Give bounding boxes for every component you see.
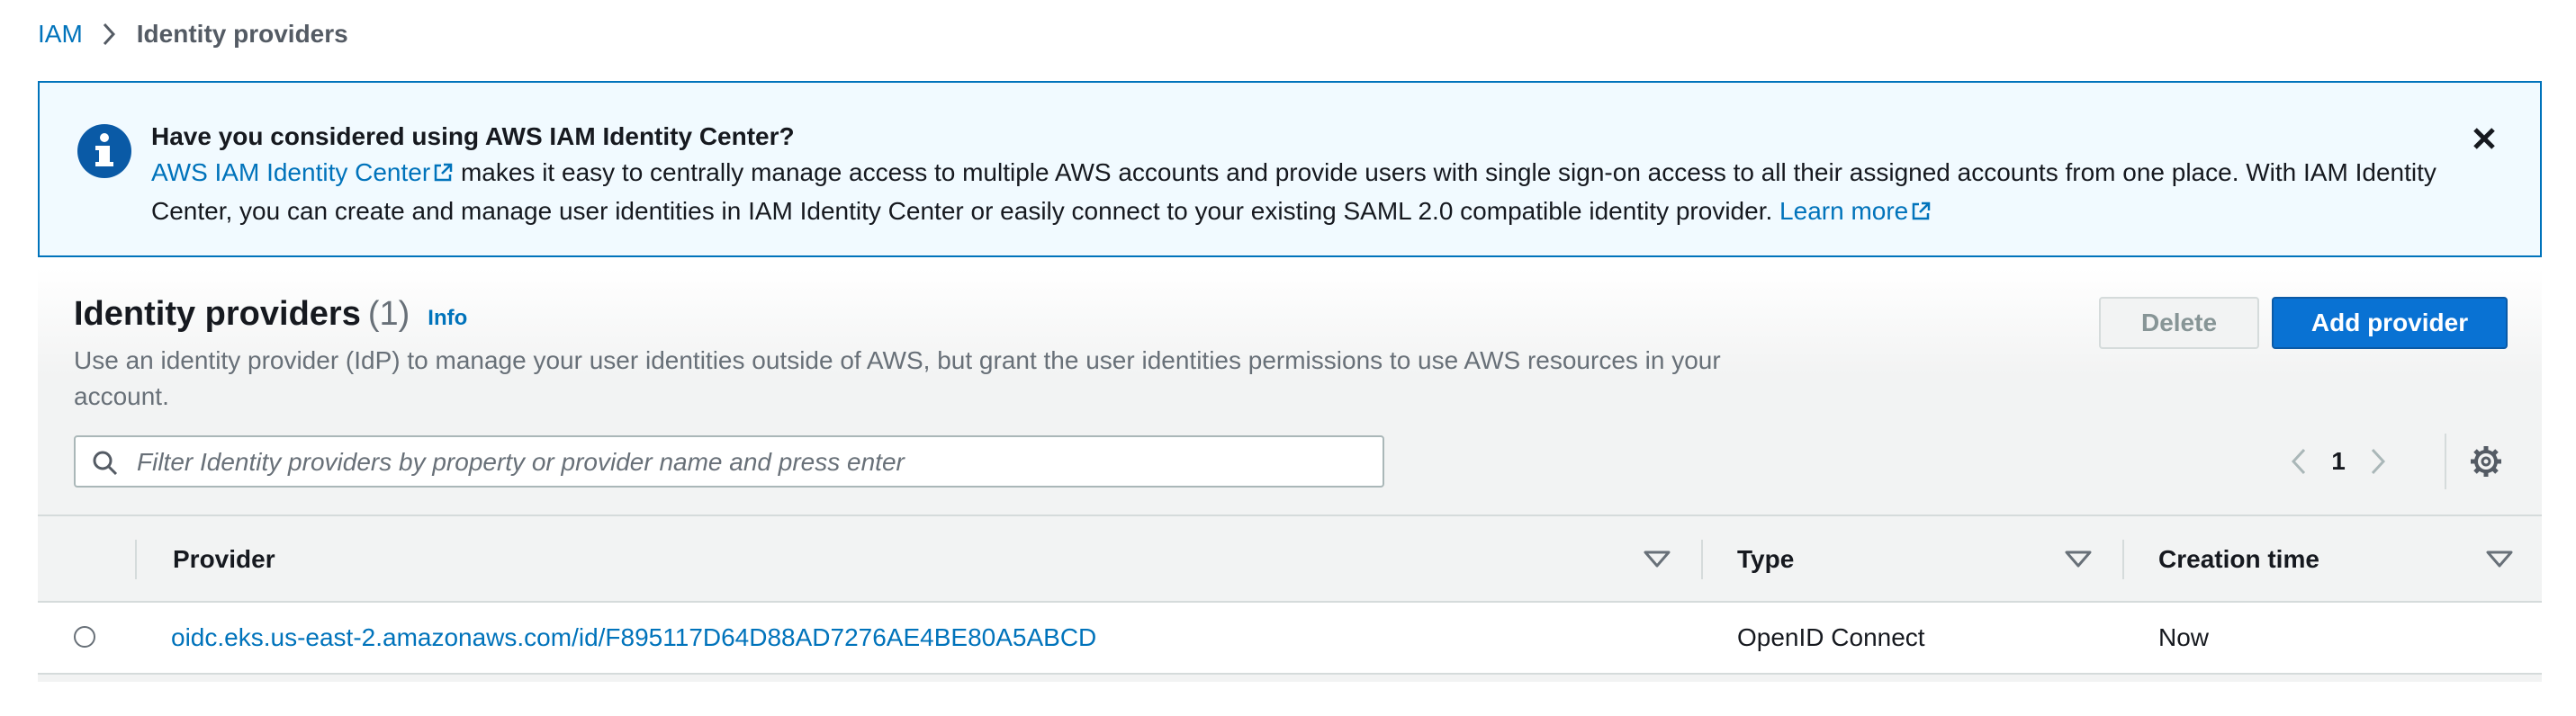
breadcrumb: IAM Identity providers	[38, 20, 348, 49]
external-link-icon	[1910, 196, 1932, 232]
column-separator	[2122, 540, 2124, 579]
delete-button[interactable]: Delete	[2099, 297, 2259, 349]
table-row: oidc.eks.us-east-2.amazonaws.com/id/F895…	[38, 603, 2542, 675]
close-icon[interactable]	[2468, 122, 2500, 155]
row-select-radio[interactable]	[74, 626, 95, 648]
column-header-creation-time[interactable]: Creation time	[2158, 516, 2319, 603]
providers-table: Provider Type Creation time oidc.eks.us-…	[38, 515, 2542, 675]
banner-body-text: makes it easy to centrally manage access…	[151, 158, 2436, 225]
previous-page-icon[interactable]	[2281, 439, 2317, 484]
learn-more-link[interactable]: Learn more	[1779, 197, 1932, 225]
column-header-type[interactable]: Type	[1737, 516, 1794, 603]
sort-down-icon[interactable]	[2065, 550, 2092, 573]
sort-down-icon[interactable]	[1644, 550, 1671, 573]
banner-body: AWS IAM Identity Center makes it easy to…	[151, 155, 2455, 232]
panel-title: Identity providers	[74, 295, 361, 333]
breadcrumb-current: Identity providers	[136, 20, 348, 48]
banner-title: Have you considered using AWS IAM Identi…	[151, 122, 795, 150]
chevron-right-icon	[103, 22, 115, 46]
info-link[interactable]: Info	[428, 306, 467, 331]
provider-cell: oidc.eks.us-east-2.amazonaws.com/id/F895…	[171, 603, 1096, 673]
search-icon	[92, 450, 119, 481]
learn-more-text: Learn more	[1779, 197, 1909, 225]
column-separator	[135, 540, 137, 579]
info-icon	[76, 122, 133, 184]
column-header-provider[interactable]: Provider	[173, 516, 275, 603]
sort-down-icon[interactable]	[2486, 550, 2513, 573]
identity-center-link-text: AWS IAM Identity Center	[151, 158, 431, 186]
filter-input[interactable]	[135, 443, 1372, 482]
column-separator	[1701, 540, 1703, 579]
panel-title-row: Identity providers (1) Info	[74, 295, 1784, 334]
panel-header: Identity providers (1) Info Use an ident…	[74, 295, 1784, 415]
identity-center-banner: Have you considered using AWS IAM Identi…	[38, 81, 2542, 257]
banner-content: Have you considered using AWS IAM Identi…	[151, 119, 2455, 232]
provider-count: (1)	[367, 295, 410, 333]
identity-center-link[interactable]: AWS IAM Identity Center	[151, 158, 454, 186]
panel-description: Use an identity provider (IdP) to manage…	[74, 346, 1721, 410]
pagination-divider	[2445, 434, 2446, 489]
creation-time-cell: Now	[2158, 623, 2210, 651]
pagination: 1	[2281, 439, 2396, 484]
table-header: Provider Type Creation time	[38, 515, 2542, 603]
page: IAM Identity providers Have you consider…	[0, 0, 2576, 716]
add-provider-button[interactable]: Add provider	[2272, 297, 2508, 349]
page-number[interactable]: 1	[2317, 447, 2360, 476]
filter-box	[74, 435, 1384, 488]
external-link-icon	[432, 157, 454, 193]
provider-link[interactable]: oidc.eks.us-east-2.amazonaws.com/id/F895…	[171, 623, 1096, 652]
gear-icon[interactable]	[2468, 443, 2504, 484]
type-cell: OpenID Connect	[1737, 623, 1925, 651]
breadcrumb-iam-link[interactable]: IAM	[38, 20, 83, 49]
next-page-icon[interactable]	[2360, 439, 2396, 484]
